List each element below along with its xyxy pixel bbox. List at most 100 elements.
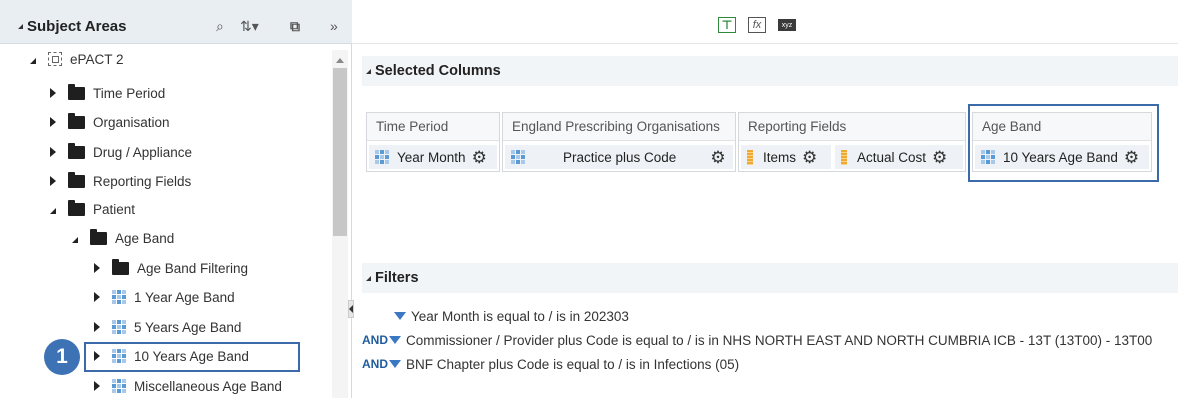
folder-icon — [90, 228, 107, 245]
expand-toggle[interactable] — [50, 176, 56, 186]
expand-toggle[interactable] — [94, 263, 100, 273]
filters-title: Filters — [375, 270, 419, 286]
column-group-title: Reporting Fields — [739, 113, 965, 141]
column-label: Practice plus Code — [563, 149, 677, 165]
tree-item-label: Reporting Fields — [93, 173, 192, 189]
tree-item-label: Patient — [93, 201, 136, 217]
column-group-title: Time Period — [367, 113, 499, 141]
column-label: Actual Cost — [857, 149, 927, 165]
column-group-time-period: Time Period Year Month ⚙ — [366, 112, 500, 172]
collapse-triangle-icon[interactable] — [366, 275, 371, 281]
attribute-column-icon — [112, 320, 126, 334]
expand-toggle[interactable] — [50, 117, 56, 127]
attribute-column-icon — [112, 379, 126, 393]
tree-item-label: Age Band Filtering — [137, 260, 249, 276]
tree-item-5-years-age-band[interactable]: 5 Years Age Band — [94, 314, 241, 340]
tree-item-label: Time Period — [93, 85, 166, 101]
column-chip-items[interactable]: Items ⚙ — [741, 145, 831, 169]
measure-column-icon — [841, 149, 847, 165]
edit-formula-icon[interactable]: fx — [748, 17, 766, 33]
subject-areas-title: Subject Areas — [18, 18, 127, 35]
measure-column-icon — [747, 149, 753, 165]
expand-toggle[interactable] — [94, 381, 100, 391]
funnel-icon — [394, 312, 406, 320]
tree-item-1-year-age-band[interactable]: 1 Year Age Band — [94, 284, 235, 310]
filter-row-year-month[interactable]: Year Month is equal to / is in 202303 — [362, 307, 629, 325]
tree-item-label: Organisation — [93, 114, 170, 130]
folder-icon — [68, 171, 85, 188]
collapse-triangle-icon[interactable] — [366, 68, 371, 74]
expand-toggle[interactable] — [50, 207, 56, 214]
attribute-column-icon — [511, 150, 525, 164]
folder-icon — [68, 83, 85, 100]
tree-item-miscellaneous-age-band[interactable]: Miscellaneous Age Band — [94, 373, 282, 398]
subject-areas-panel: Subject Areas ⌕ ⇅▾ ⧉ » ePACT 2 Time Peri… — [0, 0, 352, 398]
collapse-left-arrow-icon[interactable] — [349, 305, 353, 313]
column-chip-year-month[interactable]: Year Month ⚙ — [369, 145, 497, 169]
expand-toggle[interactable] — [72, 236, 78, 243]
funnel-icon — [389, 336, 401, 344]
column-group-title: England Prescribing Organisations — [503, 113, 735, 141]
attribute-column-icon — [375, 150, 389, 164]
gear-icon[interactable]: ⚙ — [802, 149, 817, 166]
filter-row-commissioner[interactable]: AND Commissioner / Provider plus Code is… — [362, 331, 1152, 349]
tree-item-patient[interactable]: Patient — [50, 196, 135, 222]
sort-icon[interactable]: ⇅▾ — [240, 18, 259, 35]
step-number-badge: 1 — [44, 339, 80, 375]
tree-item-reporting-fields[interactable]: Reporting Fields — [50, 168, 191, 194]
filter-text[interactable]: BNF Chapter plus Code is equal to / is i… — [406, 357, 739, 372]
gear-icon[interactable]: ⚙ — [932, 149, 947, 166]
tree-item-time-period[interactable]: Time Period — [50, 80, 165, 106]
subject-areas-header: Subject Areas ⌕ ⇅▾ ⧉ » — [0, 0, 352, 44]
tree-item-label: Drug / Appliance — [93, 144, 193, 160]
search-icon[interactable]: ⌕ — [216, 18, 224, 35]
attribute-column-icon — [112, 290, 126, 304]
xyz-icon[interactable]: xyz — [778, 19, 796, 31]
tree-item-label: ePACT 2 — [70, 51, 124, 67]
tree-item-epact2[interactable]: ePACT 2 — [30, 46, 124, 72]
tree-item-label: 1 Year Age Band — [134, 289, 235, 305]
highlight-box-age-band-column — [968, 104, 1159, 182]
tree-item-organisation[interactable]: Organisation — [50, 109, 170, 135]
filter-text[interactable]: Commissioner / Provider plus Code is equ… — [406, 333, 1152, 348]
column-group-reporting-fields: Reporting Fields Items ⚙ Actual Cost ⚙ — [738, 112, 966, 172]
column-chip-practice-plus-code[interactable]: Practice plus Code ⚙ — [505, 145, 733, 169]
filter-icon[interactable]: ⊤ — [718, 17, 736, 33]
selected-columns-header[interactable]: Selected Columns — [362, 56, 1178, 86]
tree-item-age-band[interactable]: Age Band — [72, 225, 174, 251]
folder-icon — [68, 142, 85, 159]
collapse-panel-icon[interactable]: » — [330, 18, 338, 34]
scrollbar-thumb[interactable] — [333, 68, 347, 236]
column-label: Items — [763, 149, 797, 165]
expand-toggle[interactable] — [94, 322, 100, 332]
expand-toggle[interactable] — [50, 147, 56, 157]
folder-icon — [68, 199, 85, 216]
expand-toggle[interactable] — [30, 57, 36, 64]
tree-item-age-band-filtering[interactable]: Age Band Filtering — [94, 255, 248, 281]
column-group-england-prescribing-organisations: England Prescribing Organisations Practi… — [502, 112, 736, 172]
expand-toggle[interactable] — [94, 292, 100, 302]
filter-text[interactable]: Year Month is equal to / is in 202303 — [411, 309, 629, 324]
add-icon[interactable]: ⧉ — [290, 18, 300, 35]
and-operator[interactable]: AND — [362, 333, 388, 347]
tree-item-drug-appliance[interactable]: Drug / Appliance — [50, 139, 192, 165]
funnel-icon — [389, 360, 401, 368]
column-label: Year Month — [397, 149, 466, 165]
gear-icon[interactable]: ⚙ — [472, 149, 487, 166]
gear-icon[interactable]: ⚙ — [710, 149, 725, 166]
and-operator[interactable]: AND — [362, 357, 388, 371]
folder-icon — [112, 258, 129, 275]
filter-row-bnf-chapter[interactable]: AND BNF Chapter plus Code is equal to / … — [362, 355, 739, 373]
tree-item-label: Age Band — [115, 230, 175, 246]
folder-icon — [68, 112, 85, 129]
subject-area-icon — [48, 52, 62, 66]
tree-item-label: Miscellaneous Age Band — [134, 378, 282, 394]
selected-columns-title: Selected Columns — [375, 63, 501, 79]
tree-item-label: 5 Years Age Band — [134, 319, 242, 335]
filters-header[interactable]: Filters — [362, 263, 1178, 293]
collapse-triangle-icon[interactable] — [18, 24, 23, 29]
scroll-up-arrow-icon[interactable] — [336, 58, 344, 63]
expand-toggle[interactable] — [50, 88, 56, 98]
column-chip-actual-cost[interactable]: Actual Cost ⚙ — [835, 145, 963, 169]
subject-areas-title-text: Subject Areas — [27, 18, 127, 35]
